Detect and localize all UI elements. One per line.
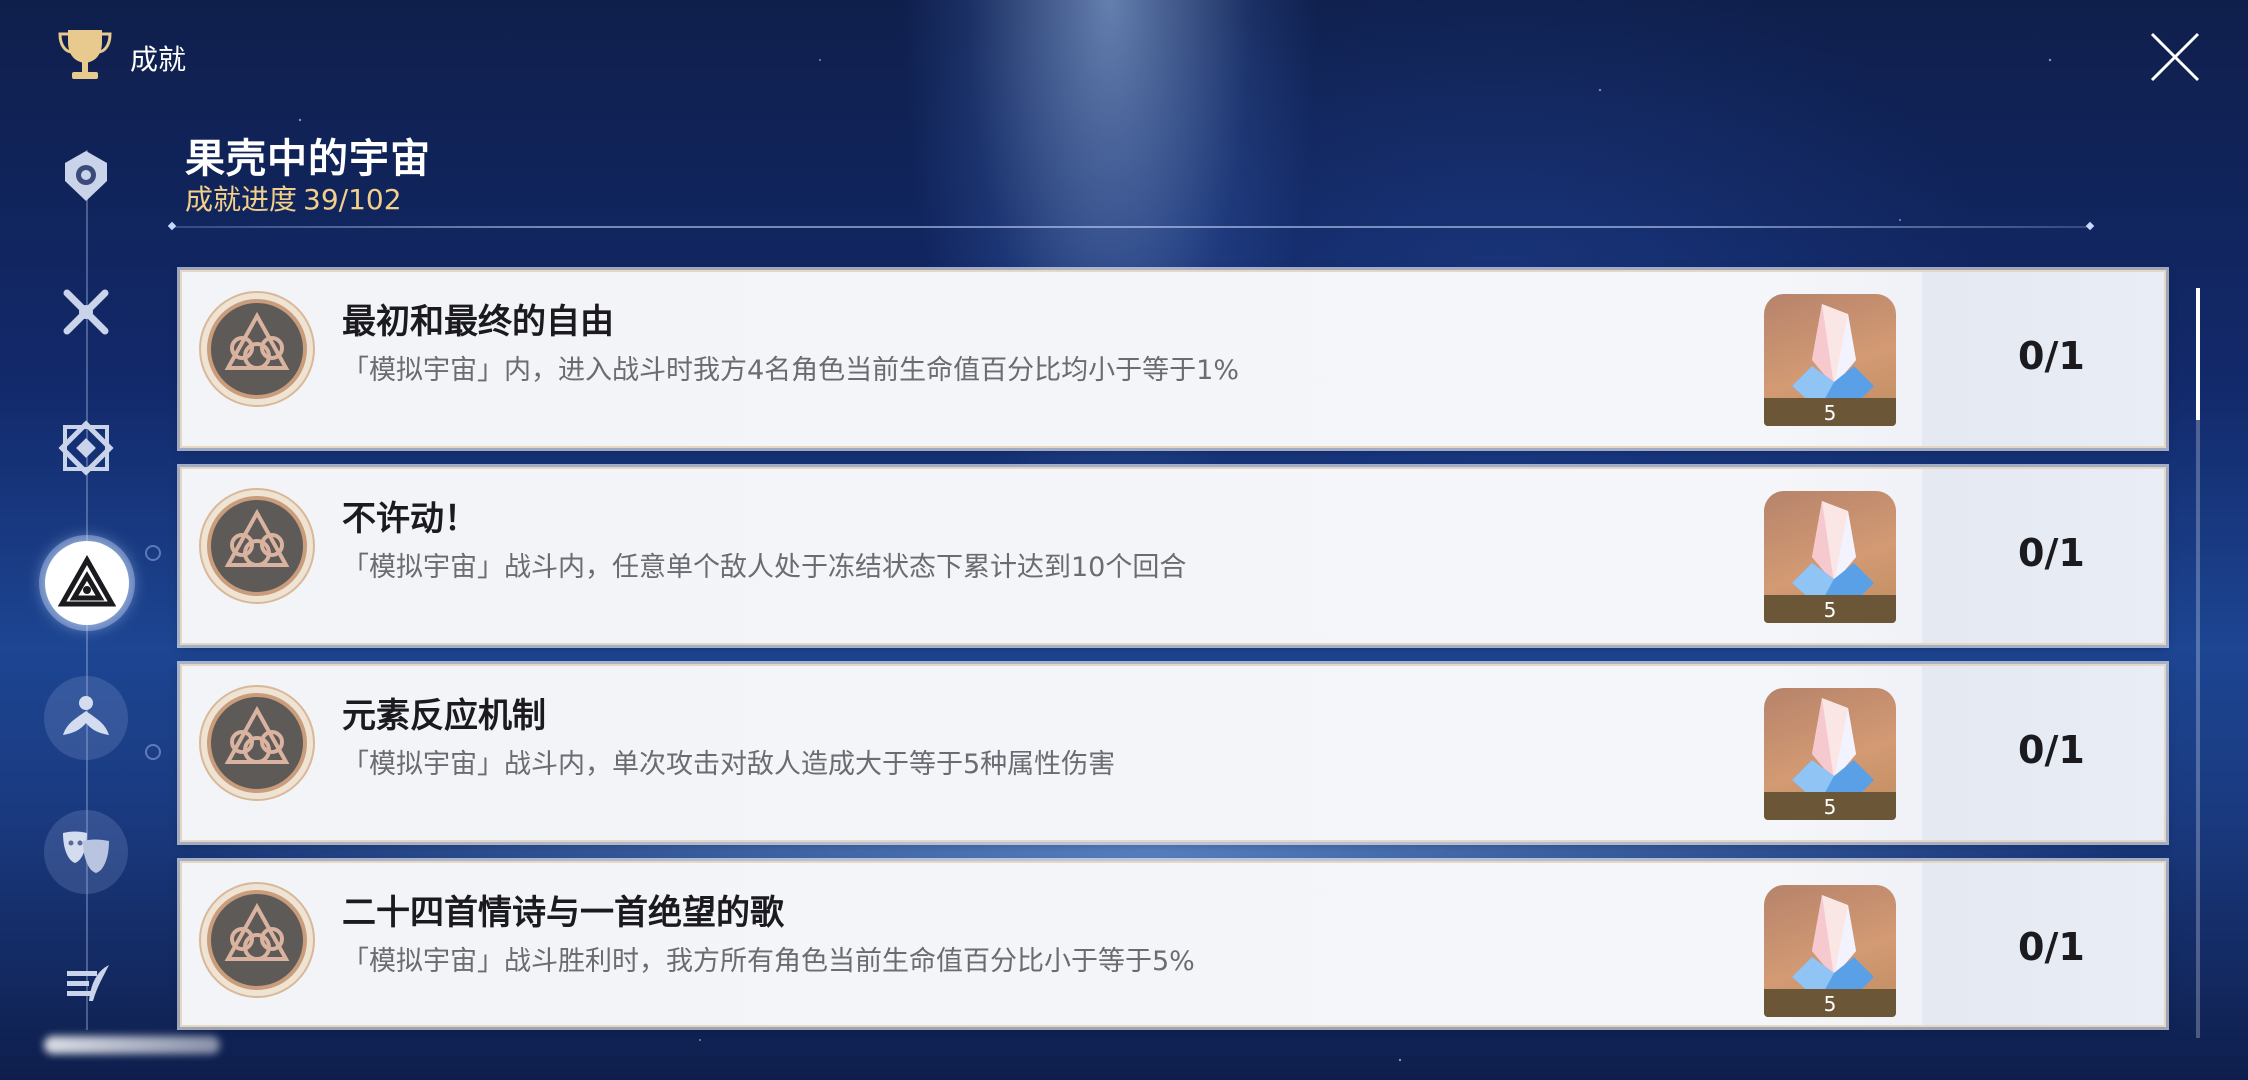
quill-icon — [67, 965, 109, 1001]
timeline-dot — [145, 744, 161, 760]
stellar-jade-icon — [1792, 698, 1874, 798]
reward-item[interactable]: 5 — [1764, 491, 1896, 623]
sidebar-item-1[interactable] — [44, 134, 128, 218]
trophy-icon — [58, 30, 112, 79]
diamond-crest-icon — [58, 420, 114, 476]
achievement-medal-icon — [199, 488, 315, 604]
close-button[interactable] — [2148, 30, 2202, 84]
category-title: 果壳中的宇宙 — [185, 136, 431, 182]
reward-quantity: 5 — [1764, 989, 1896, 1017]
achievement-medal-icon — [199, 685, 315, 801]
category-progress: 成就进度 39/102 — [185, 178, 402, 218]
stellar-jade-icon — [1792, 304, 1874, 404]
sidebar-item-4-active[interactable] — [45, 541, 129, 625]
achievement-title: 不许动！ — [342, 499, 478, 539]
sidebar-item-3[interactable] — [44, 406, 128, 490]
reward-item[interactable]: 5 — [1764, 885, 1896, 1017]
stellar-jade-icon — [1792, 895, 1874, 995]
achievement-title: 二十四首情诗与一首绝望的歌 — [342, 893, 784, 933]
achievement-progress: 0/1 — [2018, 531, 2085, 575]
header-title: 成就 — [130, 43, 187, 76]
progress-label: 成就进度 — [185, 183, 298, 216]
stellar-jade-icon — [1792, 501, 1874, 601]
close-icon — [2150, 32, 2200, 82]
sidebar-item-7[interactable] — [44, 944, 128, 1028]
achievement-card: 元素反应机制 「模拟宇宙」战斗内，单次攻击对敌人造成大于等于5种属性伤害 5 0… — [177, 661, 2169, 845]
reward-quantity: 5 — [1764, 792, 1896, 820]
sidebar-item-2[interactable] — [44, 270, 128, 354]
lotus-figure-icon — [63, 696, 109, 735]
achievement-description: 「模拟宇宙」战斗胜利时，我方所有角色当前生命值百分比小于等于5% — [342, 946, 1195, 977]
theater-masks-icon — [63, 831, 109, 873]
reward-item[interactable]: 5 — [1764, 688, 1896, 820]
achievement-card: 二十四首情诗与一首绝望的歌 「模拟宇宙」战斗胜利时，我方所有角色当前生命值百分比… — [177, 858, 2169, 1030]
achievement-description: 「模拟宇宙」战斗内，任意单个敌人处于冻结状态下累计达到10个回合 — [342, 552, 1187, 583]
achievement-medal-icon — [199, 882, 315, 998]
achievement-progress: 0/1 — [2018, 334, 2085, 378]
reward-item[interactable]: 5 — [1764, 294, 1896, 426]
reward-quantity: 5 — [1764, 398, 1896, 426]
helmet-emblem-icon — [65, 151, 107, 201]
achievement-card: 最初和最终的自由 「模拟宇宙」内，进入战斗时我方4名角色当前生命值百分比均小于等… — [177, 267, 2169, 451]
reward-quantity: 5 — [1764, 595, 1896, 623]
list-scrollbar[interactable] — [2196, 288, 2200, 1038]
triangle-knot-icon — [58, 554, 116, 607]
achievement-title: 元素反应机制 — [342, 696, 546, 736]
blurred-uid-watermark — [44, 1036, 220, 1054]
achievement-description: 「模拟宇宙」战斗内，单次攻击对敌人造成大于等于5种属性伤害 — [342, 749, 1116, 780]
timeline-dot — [145, 545, 161, 561]
achievement-progress: 0/1 — [2018, 925, 2085, 969]
achievement-card: 不许动！ 「模拟宇宙」战斗内，任意单个敌人处于冻结状态下累计达到10个回合 5 … — [177, 464, 2169, 648]
achievement-description: 「模拟宇宙」内，进入战斗时我方4名角色当前生命值百分比均小于等于1% — [342, 355, 1240, 386]
achievement-medal-icon — [199, 291, 315, 407]
scrollbar-thumb[interactable] — [2196, 288, 2200, 420]
crossed-swords-icon — [63, 289, 109, 335]
sidebar-item-6[interactable] — [44, 810, 128, 894]
progress-value: 39/102 — [303, 183, 402, 216]
achievement-progress: 0/1 — [2018, 728, 2085, 772]
sidebar-item-5[interactable] — [44, 676, 128, 760]
header-divider — [172, 226, 2090, 228]
achievement-title: 最初和最终的自由 — [342, 302, 614, 342]
